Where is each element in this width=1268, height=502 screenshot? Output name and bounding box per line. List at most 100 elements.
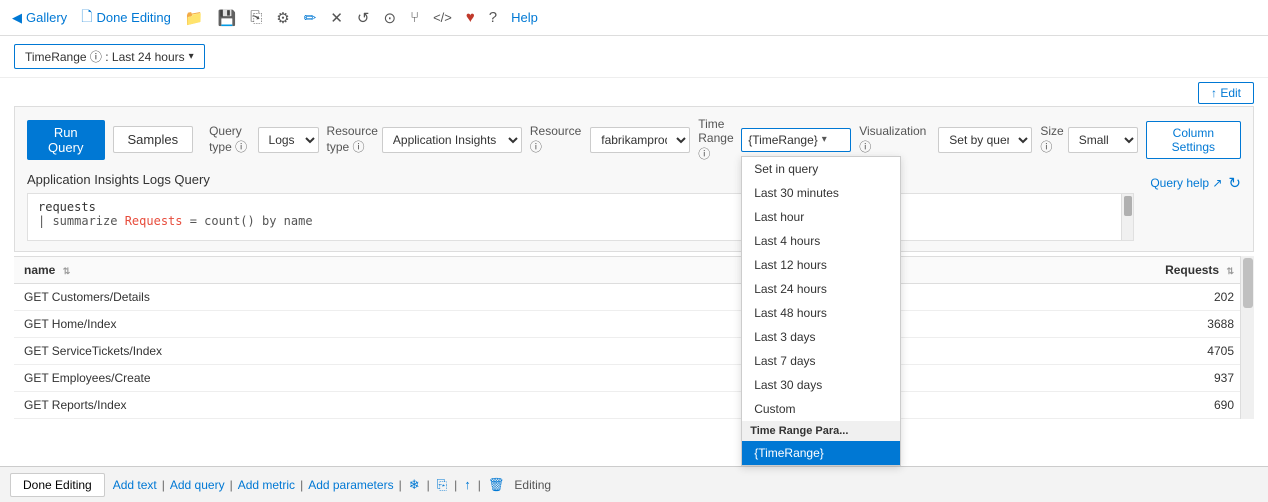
dropdown-item-48hr[interactable]: Last 48 hours — [742, 301, 900, 325]
add-parameters-link[interactable]: Add parameters — [308, 478, 393, 492]
code-scrollbar[interactable] — [1121, 194, 1133, 240]
cell-name-2: GET ServiceTickets/Index — [14, 338, 777, 365]
top-right-edit-area: ↑ Edit — [0, 78, 1268, 106]
up-arrow-footer-icon[interactable]: ↑ — [464, 477, 471, 492]
footer-sep-6: | — [454, 478, 457, 492]
scroll-thumb[interactable] — [1243, 258, 1253, 308]
footer-sep-2: | — [230, 478, 233, 492]
query-type-group: Query type ⓘ Logs — [209, 124, 318, 155]
table-wrapper: name ⇅ Requests ⇅ GET Customers/Details … — [14, 256, 1254, 419]
visualization-select[interactable]: Set by query — [938, 127, 1032, 153]
time-range-pill[interactable]: TimeRange ⓘ : Last 24 hours ▾ — [14, 44, 205, 69]
size-select[interactable]: Small — [1068, 127, 1138, 153]
dropdown-item-7days[interactable]: Last 7 days — [742, 349, 900, 373]
heart-icon-btn[interactable]: ♥ — [466, 9, 475, 26]
cell-name-1: GET Home/Index — [14, 311, 777, 338]
samples-button[interactable]: Samples — [113, 126, 194, 153]
filter-bar: TimeRange ⓘ : Last 24 hours ▾ — [0, 36, 1268, 78]
table-row: GET ServiceTickets/Index 4705 — [14, 338, 1254, 365]
resource-type-select[interactable]: Application Insights — [382, 127, 522, 153]
query-type-label: Query type ⓘ — [209, 124, 253, 155]
folder-icon-btn[interactable]: 📁 — [185, 9, 204, 27]
done-editing-link[interactable]: 🗋 Done Editing — [81, 6, 171, 30]
visualization-label: Visualization ⓘ — [859, 124, 934, 155]
pill-chevron-icon: ▾ — [189, 51, 194, 62]
column-settings-button[interactable]: Column Settings — [1146, 121, 1241, 159]
dropdown-item-3days[interactable]: Last 3 days — [742, 325, 900, 349]
footer-sep-3: | — [300, 478, 303, 492]
cell-name-4: GET Reports/Index — [14, 392, 777, 419]
add-query-link[interactable]: Add query — [170, 478, 225, 492]
query-type-select[interactable]: Logs — [258, 127, 319, 153]
footer-sep-7: | — [478, 478, 481, 492]
code-line-2: | summarize Requests = count() by name — [38, 214, 1123, 228]
question-icon-btn[interactable]: ? — [489, 9, 497, 26]
footer-sep-1: | — [162, 478, 165, 492]
add-text-link[interactable]: Add text — [113, 478, 157, 492]
dropdown-item-30days[interactable]: Last 30 days — [742, 373, 900, 397]
footer-sep-4: | — [399, 478, 402, 492]
snowflake-icon[interactable]: ❄ — [409, 477, 420, 493]
table-row: GET Employees/Create 937 — [14, 365, 1254, 392]
resource-type-group: Resource type ⓘ Application Insights — [327, 124, 522, 155]
cell-name-3: GET Employees/Create — [14, 365, 777, 392]
dropdown-item-custom[interactable]: Custom — [742, 397, 900, 421]
data-table: name ⇅ Requests ⇅ GET Customers/Details … — [14, 256, 1254, 419]
col-header-name[interactable]: name ⇅ — [14, 257, 777, 284]
save-icon-btn[interactable]: 💾 — [218, 9, 237, 27]
time-range-select[interactable]: {TimeRange} ▾ — [741, 128, 851, 152]
query-controls-row: Run Query Samples Query type ⓘ Logs Reso… — [27, 117, 1241, 162]
dropdown-item-24hr[interactable]: Last 24 hours — [742, 277, 900, 301]
query-panel: Run Query Samples Query type ⓘ Logs Reso… — [14, 106, 1254, 252]
table-row: GET Home/Index 3688 — [14, 311, 1254, 338]
close-icon-btn[interactable]: ✕ — [330, 9, 343, 27]
footer-sep-5: | — [427, 478, 430, 492]
trash-footer-icon[interactable]: 🗑 — [488, 477, 505, 493]
code-editor[interactable]: requests | summarize Requests = count() … — [27, 193, 1134, 241]
code-line-1: requests — [38, 200, 1123, 214]
table-row: GET Customers/Details 202 — [14, 284, 1254, 311]
dropdown-item-30min[interactable]: Last 30 minutes — [742, 181, 900, 205]
time-range-wrapper: {TimeRange} ▾ Set in query Last 30 minut… — [741, 128, 851, 152]
dropdown-item-12hr[interactable]: Last 12 hours — [742, 253, 900, 277]
gallery-link[interactable]: ◀ Gallery — [12, 10, 67, 26]
resource-label: Resource ⓘ — [530, 124, 586, 155]
sort-icon-name: ⇅ — [63, 266, 71, 276]
doc-icon: 🗋 — [81, 6, 92, 30]
dropdown-section-header: Time Range Para... — [742, 421, 900, 441]
bottom-footer: Done Editing Add text | Add query | Add … — [0, 466, 1268, 502]
refresh-query-icon[interactable]: ↻ — [1228, 174, 1241, 192]
time-range-group: Time Range ⓘ {TimeRange} ▾ Set in query … — [698, 117, 851, 162]
resource-group: Resource ⓘ fabrikamprod — [530, 124, 690, 155]
copy-icon-btn[interactable]: ⎘ — [250, 9, 262, 26]
resource-select[interactable]: fabrikamprod — [590, 127, 690, 153]
user-circle-icon-btn[interactable]: ⊙ — [383, 9, 396, 27]
dropdown-item-4hr[interactable]: Last 4 hours — [742, 229, 900, 253]
editing-status-text: Editing — [514, 478, 551, 492]
settings-icon-btn[interactable]: ⚙ — [276, 9, 289, 27]
add-metric-link[interactable]: Add metric — [238, 478, 295, 492]
resource-type-label: Resource type ⓘ — [327, 124, 378, 155]
done-editing-footer-button[interactable]: Done Editing — [10, 473, 105, 497]
sort-icon-requests: ⇅ — [1226, 266, 1234, 276]
dropdown-item-set-in-query[interactable]: Set in query — [742, 157, 900, 181]
run-query-button[interactable]: Run Query — [27, 120, 105, 160]
edit-button[interactable]: ↑ Edit — [1198, 82, 1254, 104]
query-help-link[interactable]: Query help ↗ — [1150, 176, 1222, 190]
time-range-label: Time Range ⓘ — [698, 117, 737, 162]
size-group: Size ⓘ Small — [1040, 124, 1137, 155]
copy-footer-icon[interactable]: ⎘ — [437, 477, 447, 493]
refresh-icon-btn[interactable]: ↺ — [357, 9, 370, 27]
code-icon-btn[interactable]: </> — [433, 10, 452, 25]
fork-icon-btn[interactable]: ⑂ — [410, 9, 419, 26]
dropdown-item-1hr[interactable]: Last hour — [742, 205, 900, 229]
pen-icon-btn[interactable]: ✏ — [304, 9, 317, 27]
visualization-group: Visualization ⓘ Set by query — [859, 124, 1032, 155]
dropdown-item-timerange-param[interactable]: {TimeRange} — [742, 441, 900, 465]
help-link[interactable]: Help — [511, 10, 538, 25]
size-label: Size ⓘ — [1040, 124, 1063, 155]
query-title: Application Insights Logs Query — [27, 172, 1134, 187]
footer-links: Add text | Add query | Add metric | Add … — [113, 477, 507, 493]
time-range-dropdown: Set in query Last 30 minutes Last hour L… — [741, 156, 901, 466]
table-scrollbar[interactable] — [1240, 256, 1254, 419]
